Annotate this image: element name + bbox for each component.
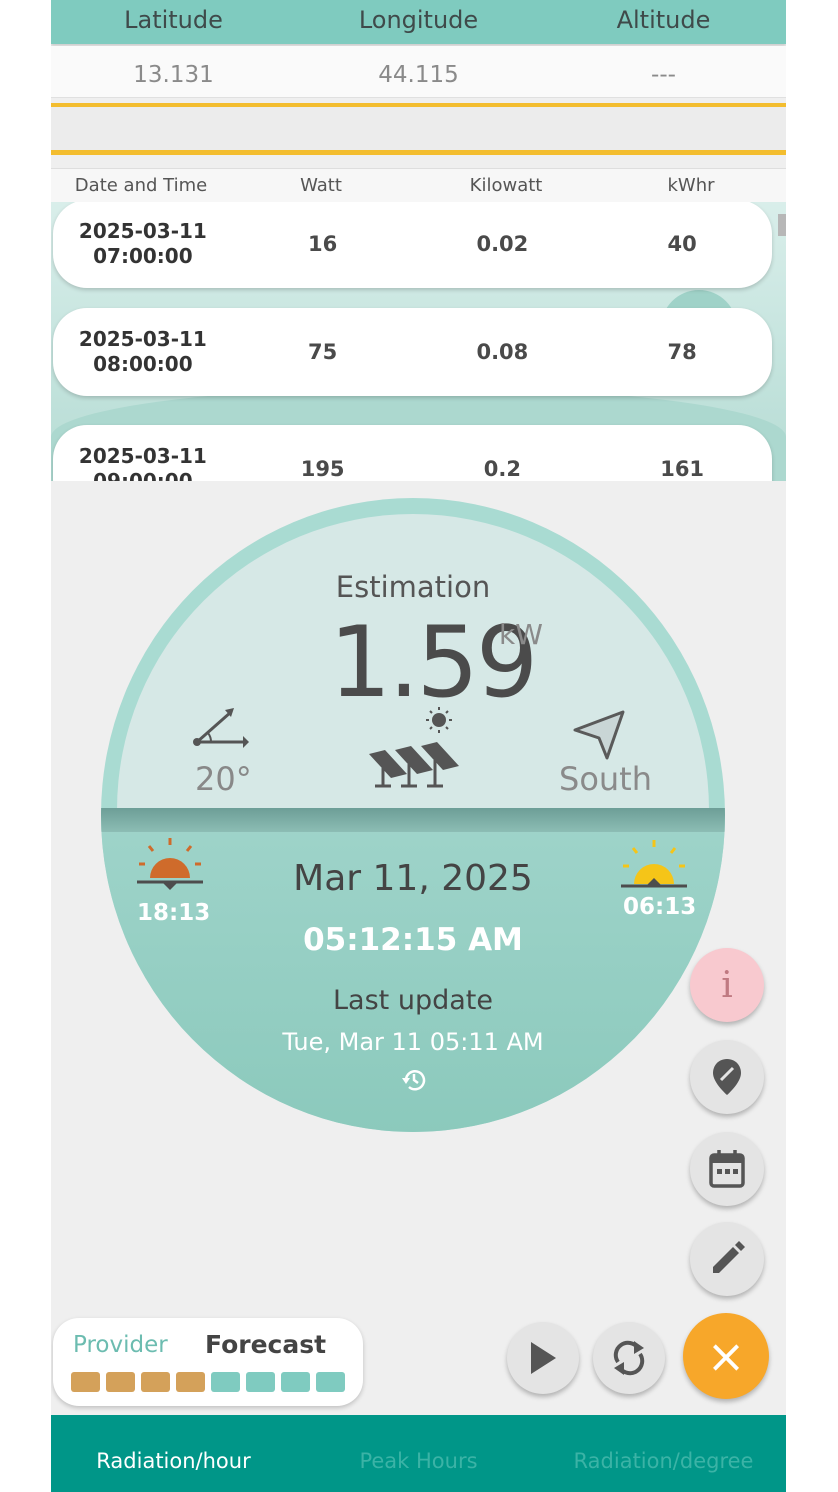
column-header-watt: Watt — [300, 175, 342, 196]
forecast-bar — [106, 1372, 135, 1392]
row-date: 2025-03-11 — [78, 444, 207, 468]
navigation-arrow-icon — [571, 708, 627, 764]
row-kwhr: 78 — [667, 340, 697, 364]
hourly-table[interactable]: 2025-03-11 07:00:00 16 0.02 40 2025-03-11… — [51, 202, 786, 481]
estimation-unit: kW — [499, 618, 543, 651]
play-button[interactable] — [507, 1322, 579, 1394]
table-row[interactable]: 2025-03-11 09:00:00 195 0.2 161 — [53, 425, 772, 481]
close-menu-button[interactable]: × — [683, 1313, 769, 1399]
current-time: 05:12:15 AM — [303, 922, 523, 958]
edit-button[interactable] — [690, 1222, 764, 1296]
tilt-angle-icon — [189, 706, 249, 758]
table-header: Date and Time Watt Kilowatt kWhr — [51, 168, 786, 202]
row-time: 08:00:00 — [93, 352, 193, 376]
bottom-tab-bar: Radiation/hour Peak Hours Radiation/degr… — [51, 1415, 786, 1492]
latitude-header: Latitude — [124, 6, 223, 34]
solar-panel-icon — [363, 706, 463, 792]
column-header-kilowatt: Kilowatt — [469, 175, 543, 196]
current-date: Mar 11, 2025 — [293, 858, 533, 899]
row-time: 09:00:00 — [93, 469, 193, 481]
history-icon[interactable] — [400, 1066, 428, 1098]
calendar-button[interactable] — [690, 1132, 764, 1206]
row-watt: 16 — [308, 232, 338, 256]
tab-radiation-hour[interactable]: Radiation/hour — [51, 1415, 296, 1492]
forecast-bar — [71, 1372, 100, 1392]
divider-band — [51, 103, 786, 155]
tilt-value: 20° — [195, 760, 252, 798]
calendar-icon — [709, 1150, 745, 1188]
row-date: 2025-03-11 — [78, 327, 207, 351]
row-kwhr: 40 — [667, 232, 697, 256]
row-kilowatt: 0.2 — [483, 457, 521, 481]
location-pin-icon — [713, 1059, 741, 1095]
solar-app: Latitude Longitude Altitude 13.131 44.11… — [51, 0, 786, 1492]
close-icon: × — [706, 1329, 746, 1383]
row-kilowatt: 0.02 — [476, 232, 529, 256]
dial-divider — [101, 808, 725, 832]
estimation-label: Estimation — [335, 570, 491, 604]
tab-peak-hours[interactable]: Peak Hours — [296, 1415, 541, 1492]
provider-label[interactable]: Provider — [73, 1332, 168, 1358]
last-update-label: Last update — [333, 985, 493, 1016]
column-header-kwhr: kWhr — [667, 175, 715, 196]
row-date: 2025-03-11 — [78, 219, 207, 243]
pencil-icon — [713, 1241, 745, 1273]
forecast-bar — [281, 1372, 310, 1392]
altitude-value: --- — [651, 62, 676, 88]
table-row[interactable]: 2025-03-11 07:00:00 16 0.02 40 — [53, 202, 772, 288]
table-row[interactable]: 2025-03-11 08:00:00 75 0.08 78 — [53, 308, 772, 396]
sync-icon — [613, 1340, 645, 1376]
refresh-button[interactable] — [593, 1322, 665, 1394]
coordinates-values: 13.131 44.115 --- — [51, 46, 786, 98]
direction-value: South — [559, 760, 652, 798]
row-watt: 195 — [300, 457, 345, 481]
row-watt: 75 — [308, 340, 338, 364]
forecast-bar — [141, 1372, 170, 1392]
last-update-value: Tue, Mar 11 05:11 AM — [282, 1028, 544, 1056]
forecast-bar — [316, 1372, 345, 1392]
row-kwhr: 161 — [660, 457, 705, 481]
latitude-value: 13.131 — [133, 62, 214, 88]
altitude-header: Altitude — [616, 6, 711, 34]
forecast-bar — [211, 1372, 240, 1392]
row-kilowatt: 0.08 — [476, 340, 529, 364]
row-time: 07:00:00 — [93, 244, 193, 268]
longitude-value: 44.115 — [378, 62, 459, 88]
forecast-bar — [176, 1372, 205, 1392]
forecast-indicator-bars — [71, 1372, 345, 1392]
coordinates-header: Latitude Longitude Altitude — [51, 0, 786, 44]
forecast-bar — [246, 1372, 275, 1392]
forecast-label[interactable]: Forecast — [205, 1330, 326, 1359]
estimation-dial: Estimation 1.59 kW 20° South 18:13 06:13… — [101, 498, 725, 1132]
location-button[interactable] — [690, 1040, 764, 1114]
table-scrollbar[interactable] — [778, 214, 786, 236]
tab-radiation-degree[interactable]: Radiation/degree — [541, 1415, 786, 1492]
info-button[interactable]: i — [690, 948, 764, 1022]
column-header-datetime: Date and Time — [74, 175, 208, 196]
play-icon — [531, 1342, 556, 1374]
provider-forecast-card[interactable]: Provider Forecast — [53, 1318, 363, 1406]
info-icon: i — [721, 964, 733, 1006]
longitude-header: Longitude — [358, 6, 479, 34]
